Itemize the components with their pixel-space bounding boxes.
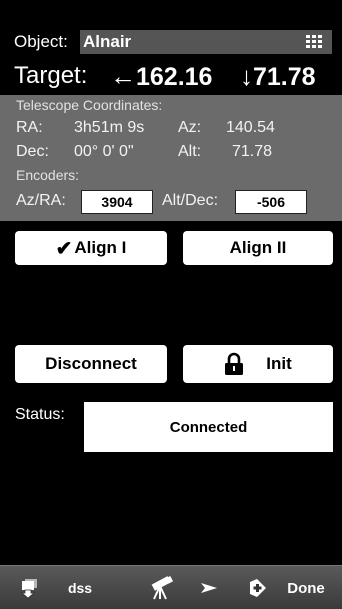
telescope-coordinates-panel: Telescope Coordinates: RA: 3h51m 9s Az: … [0, 95, 342, 221]
object-row: Object: Alnair [14, 30, 332, 54]
play-button[interactable] [196, 566, 222, 609]
target-alt: ↓71.78 [240, 61, 316, 92]
object-value: Alnair [83, 32, 132, 51]
play-arrow-icon [201, 583, 217, 593]
done-button[interactable]: Done [280, 566, 332, 609]
telescope-button[interactable] [143, 566, 179, 609]
encoder-altdec-field[interactable]: -506 [235, 190, 307, 214]
align-1-button[interactable]: ✔ Align I [15, 231, 167, 265]
status-box: Connected [84, 402, 333, 452]
az-label: Az: [178, 119, 202, 136]
encoder-altdec-label: Alt/Dec: [162, 192, 219, 209]
disconnect-label: Disconnect [45, 354, 137, 373]
telescope-coordinates-title: Telescope Coordinates: [16, 97, 163, 113]
down-arrow-icon: ↓ [240, 61, 253, 91]
encoders-title: Encoders: [16, 167, 80, 183]
bottom-toolbar: dss Done [0, 565, 342, 609]
encoder-azra-label: Az/RA: [16, 192, 66, 209]
align-2-label: Align II [229, 238, 287, 257]
lock-icon [225, 352, 244, 375]
dec-value: 00° 0' 0" [74, 143, 134, 160]
alt-label: Alt: [178, 143, 202, 160]
telescope-icon [151, 575, 174, 600]
nav-add-icon [250, 579, 266, 597]
download-icon [20, 579, 37, 599]
download-button[interactable] [16, 566, 44, 609]
dec-label: Dec: [16, 143, 49, 160]
left-arrow-icon: ← [110, 61, 136, 91]
disconnect-button[interactable]: Disconnect [15, 345, 167, 383]
target-row: Target: ←162.16 ↓71.78 [0, 58, 342, 94]
init-label: Init [266, 354, 292, 373]
ra-value: 3h51m 9s [74, 119, 145, 136]
ra-label: RA: [16, 119, 43, 136]
align-1-label: Align I [74, 238, 127, 257]
target-label: Target: [14, 62, 88, 89]
init-button[interactable]: Init [183, 345, 333, 383]
encoder-azra-field[interactable]: 3904 [81, 190, 153, 214]
az-value: 140.54 [226, 119, 275, 136]
dss-button[interactable]: dss [60, 566, 100, 609]
status-label: Status: [15, 406, 65, 423]
object-field[interactable]: Alnair [80, 30, 332, 54]
target-az: ←162.16 [110, 61, 212, 92]
object-label: Object: [14, 32, 68, 51]
target-alt-value: 71.78 [253, 63, 316, 91]
checkmark-icon: ✔ [55, 237, 73, 260]
target-az-value: 162.16 [136, 63, 213, 91]
alt-value: 71.78 [232, 143, 273, 160]
align-2-button[interactable]: Align II [183, 231, 333, 265]
grid-menu-icon[interactable] [306, 35, 322, 49]
status-value: Connected [169, 418, 248, 436]
nav-add-button[interactable] [245, 566, 271, 609]
